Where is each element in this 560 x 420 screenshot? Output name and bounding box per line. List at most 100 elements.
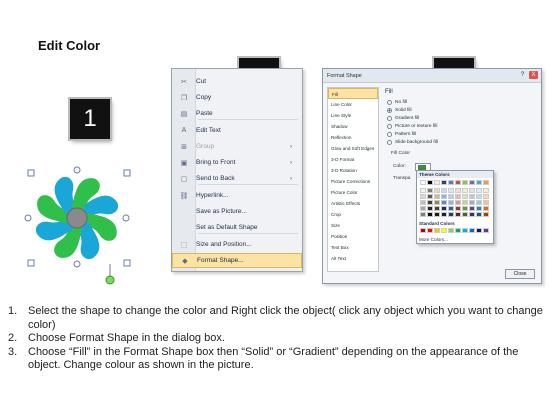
standard-color-swatch[interactable]: [455, 228, 461, 233]
theme-shade-swatch[interactable]: [483, 194, 489, 199]
theme-color-swatch[interactable]: [455, 180, 461, 185]
theme-shade-swatch[interactable]: [441, 212, 447, 217]
theme-shade-swatch[interactable]: [420, 206, 426, 211]
theme-shade-swatch[interactable]: [476, 194, 482, 199]
theme-shade-swatch[interactable]: [441, 188, 447, 193]
standard-color-swatch[interactable]: [483, 228, 489, 233]
standard-color-swatch[interactable]: [448, 228, 454, 233]
category-crop[interactable]: Crop: [328, 209, 378, 220]
category-glow-and-soft-edges[interactable]: Glow and Soft Edges: [328, 143, 378, 154]
theme-shade-swatch[interactable]: [448, 212, 454, 217]
theme-color-swatch[interactable]: [462, 180, 468, 185]
category-position[interactable]: Position: [328, 231, 378, 242]
theme-shade-swatch[interactable]: [448, 200, 454, 205]
category-3-d-format[interactable]: 3-D Format: [328, 154, 378, 165]
menu-item-edit-text[interactable]: A Edit Text: [172, 123, 302, 138]
standard-color-swatch[interactable]: [476, 228, 482, 233]
theme-shade-swatch[interactable]: [462, 212, 468, 217]
theme-shade-swatch[interactable]: [455, 200, 461, 205]
menu-item-size-and-position[interactable]: ⬚ Size and Position...: [172, 237, 302, 252]
category-line-color[interactable]: Line Color: [328, 99, 378, 110]
theme-shade-swatch[interactable]: [483, 188, 489, 193]
theme-shade-swatch[interactable]: [462, 200, 468, 205]
theme-shade-swatch[interactable]: [427, 200, 433, 205]
help-button[interactable]: ?: [518, 71, 527, 79]
menu-item-format-shape[interactable]: ◆ Format Shape...: [172, 253, 302, 268]
standard-color-swatch[interactable]: [462, 228, 468, 233]
fill-option-no-fill[interactable]: No fill: [387, 98, 538, 106]
theme-shade-swatch[interactable]: [476, 212, 482, 217]
standard-color-swatch[interactable]: [469, 228, 475, 233]
theme-shade-swatch[interactable]: [476, 188, 482, 193]
menu-item-copy[interactable]: ❐ Copy: [172, 90, 302, 105]
theme-shade-swatch[interactable]: [427, 188, 433, 193]
standard-color-swatch[interactable]: [441, 228, 447, 233]
fill-option-gradient-fill[interactable]: Gradient fill: [387, 114, 538, 122]
theme-shade-swatch[interactable]: [427, 194, 433, 199]
more-colors-link[interactable]: More Colors...: [419, 237, 448, 242]
theme-shade-swatch[interactable]: [420, 212, 426, 217]
theme-color-swatch[interactable]: [441, 180, 447, 185]
theme-shade-swatch[interactable]: [434, 194, 440, 199]
close-button[interactable]: Close: [505, 269, 535, 279]
theme-shade-swatch[interactable]: [434, 188, 440, 193]
theme-shade-swatch[interactable]: [448, 194, 454, 199]
theme-shade-swatch[interactable]: [455, 188, 461, 193]
menu-item-cut[interactable]: ✂ Cut: [172, 74, 302, 89]
theme-shade-swatch[interactable]: [455, 206, 461, 211]
theme-shade-swatch[interactable]: [469, 200, 475, 205]
category-3-d-rotation[interactable]: 3-D Rotation: [328, 165, 378, 176]
category-size[interactable]: Size: [328, 220, 378, 231]
theme-shade-swatch[interactable]: [448, 206, 454, 211]
theme-shade-swatch[interactable]: [462, 206, 468, 211]
theme-shade-swatch[interactable]: [427, 212, 433, 217]
fill-option-pattern-fill[interactable]: Pattern fill: [387, 130, 538, 138]
theme-color-swatch[interactable]: [448, 180, 454, 185]
theme-color-swatch[interactable]: [476, 180, 482, 185]
fill-option-slide-background-fill[interactable]: Slide background fill: [387, 138, 538, 146]
theme-shade-swatch[interactable]: [420, 194, 426, 199]
theme-shade-swatch[interactable]: [441, 194, 447, 199]
theme-shade-swatch[interactable]: [441, 200, 447, 205]
theme-shade-swatch[interactable]: [462, 188, 468, 193]
theme-shade-swatch[interactable]: [455, 194, 461, 199]
fill-option-solid-fill[interactable]: Solid fill: [387, 106, 538, 114]
theme-shade-swatch[interactable]: [469, 212, 475, 217]
standard-color-swatch[interactable]: [420, 228, 426, 233]
close-window-button[interactable]: X: [529, 71, 538, 79]
theme-shade-swatch[interactable]: [469, 206, 475, 211]
theme-shade-swatch[interactable]: [455, 212, 461, 217]
theme-shade-swatch[interactable]: [427, 206, 433, 211]
category-picture-corrections[interactable]: Picture Corrections: [328, 176, 378, 187]
menu-item-bring-to-front[interactable]: ▣ Bring to Front ›: [172, 155, 302, 170]
theme-shade-swatch[interactable]: [483, 212, 489, 217]
theme-shade-swatch[interactable]: [462, 194, 468, 199]
category-reflection[interactable]: Reflection: [328, 132, 378, 143]
category-alt-text[interactable]: Alt Text: [328, 253, 378, 264]
standard-color-swatch[interactable]: [434, 228, 440, 233]
fill-option-picture-or-texture-fill[interactable]: Picture or texture fill: [387, 122, 538, 130]
menu-item-save-as-picture[interactable]: Save as Picture...: [172, 204, 302, 219]
theme-shade-swatch[interactable]: [420, 188, 426, 193]
flower-shape[interactable]: [14, 156, 144, 286]
theme-shade-swatch[interactable]: [469, 194, 475, 199]
menu-item-group[interactable]: ⊞ Group ›: [172, 139, 302, 154]
theme-shade-swatch[interactable]: [483, 206, 489, 211]
theme-shade-swatch[interactable]: [448, 188, 454, 193]
theme-shade-swatch[interactable]: [476, 206, 482, 211]
category-text-box[interactable]: Text Box: [328, 242, 378, 253]
category-line-style[interactable]: Line Style: [328, 110, 378, 121]
theme-color-swatch[interactable]: [420, 180, 426, 185]
category-picture-color[interactable]: Picture Color: [328, 187, 378, 198]
theme-shade-swatch[interactable]: [476, 200, 482, 205]
theme-shade-swatch[interactable]: [434, 200, 440, 205]
theme-shade-swatch[interactable]: [434, 212, 440, 217]
category-artistic-effects[interactable]: Artistic Effects: [328, 198, 378, 209]
menu-item-hyperlink[interactable]: ⛓ Hyperlink...: [172, 188, 302, 203]
theme-color-swatch[interactable]: [469, 180, 475, 185]
rotation-handle[interactable]: [105, 275, 115, 285]
theme-shade-swatch[interactable]: [441, 206, 447, 211]
standard-color-swatch[interactable]: [427, 228, 433, 233]
category-shadow[interactable]: Shadow: [328, 121, 378, 132]
theme-color-swatch[interactable]: [434, 180, 440, 185]
